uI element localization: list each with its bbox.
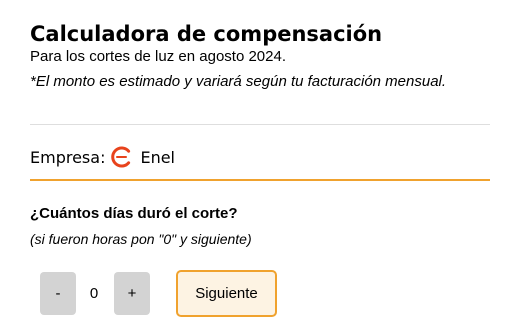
outage-days-question: ¿Cuántos días duró el corte? [30, 205, 238, 222]
company-name: Enel [140, 147, 175, 167]
next-button[interactable]: Siguiente [176, 270, 277, 317]
page-subtitle: Para los cortes de luz en agosto 2024. [30, 48, 286, 65]
estimate-disclaimer: *El monto es estimado y variará según tu… [30, 73, 447, 90]
company-divider [30, 179, 490, 181]
company-label: Empresa: [30, 147, 106, 167]
enel-logo-icon [110, 146, 132, 168]
increment-button[interactable]: + [114, 272, 150, 315]
company-row: Empresa: Enel [30, 144, 175, 170]
page-title: Calculadora de compensación [30, 22, 383, 46]
decrement-button[interactable]: - [40, 272, 76, 315]
header-divider [30, 124, 490, 125]
outage-days-hint: (si fueron horas pon "0" y siguiente) [30, 231, 252, 247]
days-value: 0 [89, 285, 99, 302]
